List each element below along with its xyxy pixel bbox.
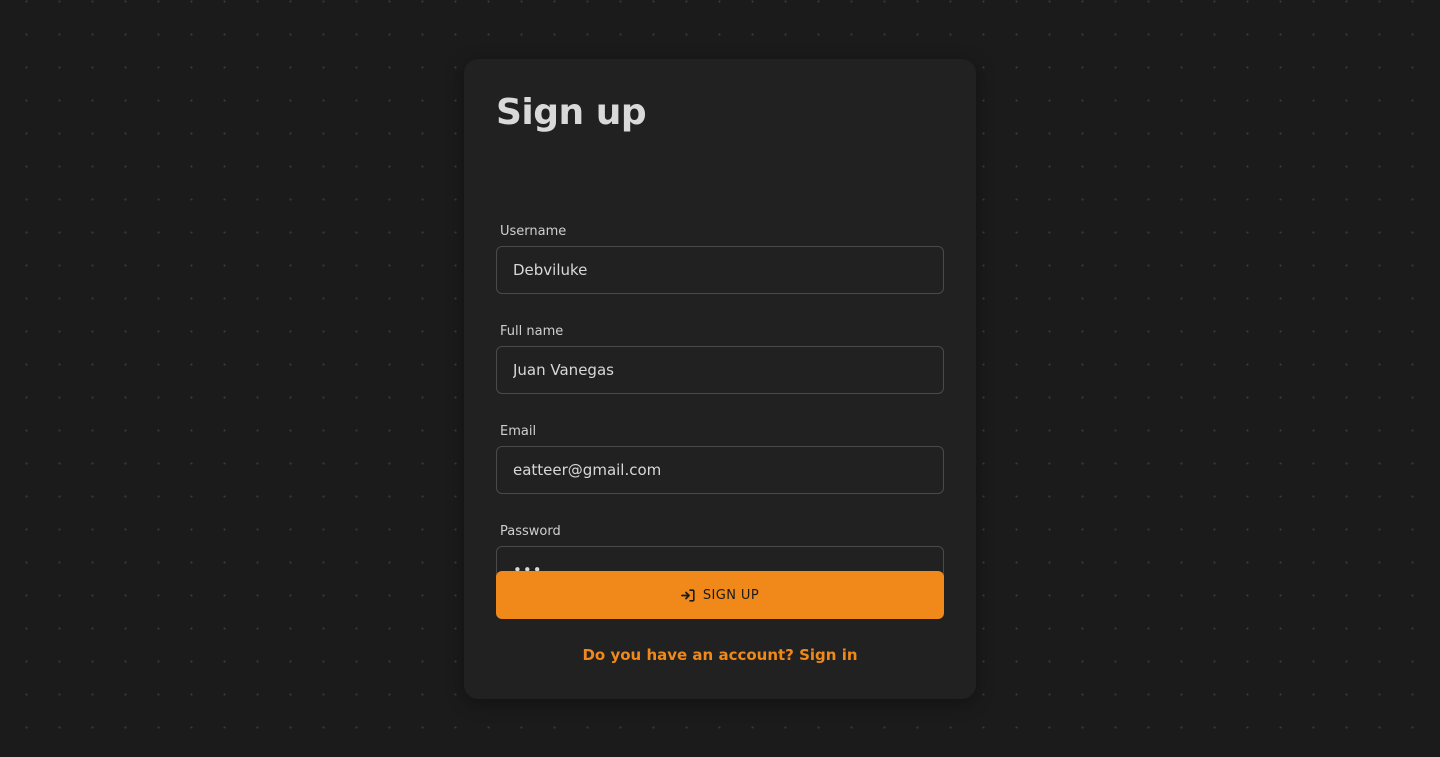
email-input[interactable]: [496, 446, 944, 494]
username-input[interactable]: [496, 246, 944, 294]
fullname-field-group: Full name: [496, 323, 944, 394]
signup-button-label: SIGN UP: [702, 587, 760, 603]
signin-link[interactable]: Do you have an account? Sign in: [464, 645, 976, 665]
fullname-label: Full name: [500, 324, 564, 339]
signup-card: Sign up Username Full name Email Passwor…: [464, 59, 976, 699]
sign-in-icon: [681, 588, 695, 602]
password-label: Password: [500, 524, 561, 539]
email-field-group: Email: [496, 423, 944, 494]
username-field-group: Username: [496, 223, 944, 294]
page-title: Sign up: [496, 92, 647, 133]
username-label: Username: [500, 224, 567, 239]
fullname-input[interactable]: [496, 346, 944, 394]
email-label: Email: [500, 424, 537, 439]
signup-button[interactable]: SIGN UP: [496, 571, 944, 619]
